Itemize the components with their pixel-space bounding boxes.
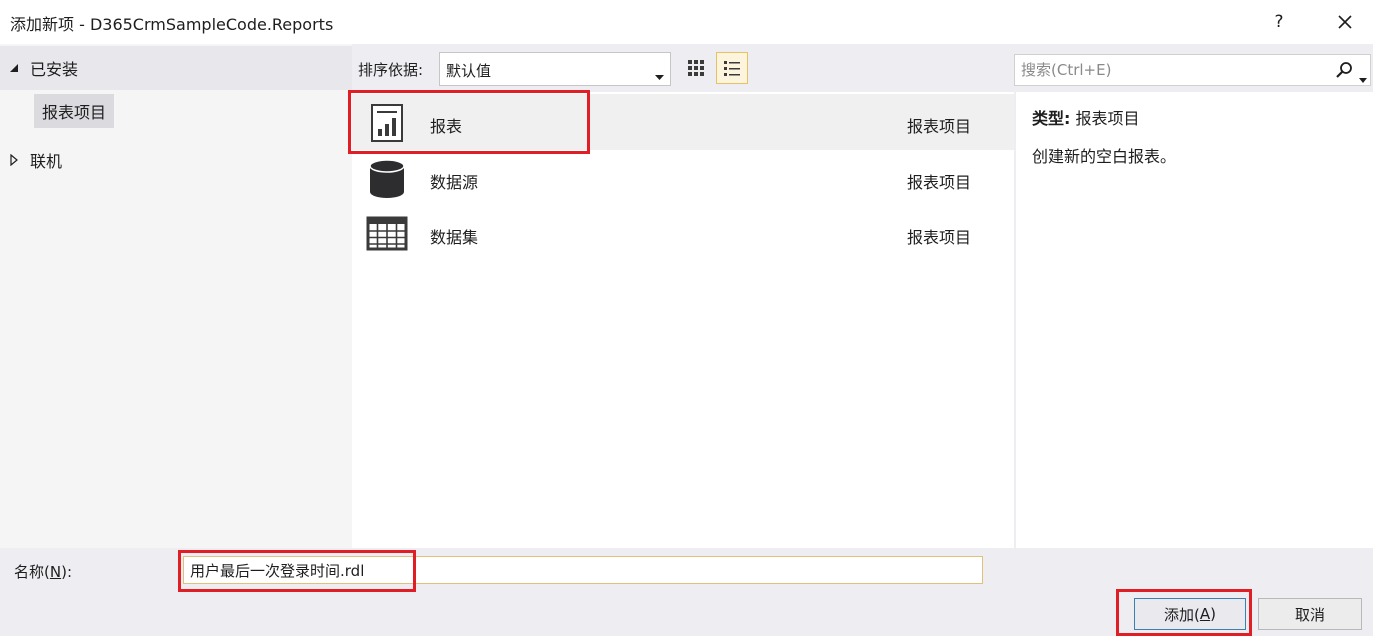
search-icon[interactable] (1335, 61, 1353, 83)
template-name: 报表 (430, 117, 463, 136)
template-name: 数据集 (430, 228, 479, 247)
template-item-report[interactable]: 报表 报表项目 (352, 94, 1014, 150)
grid-view-button[interactable] (680, 52, 712, 84)
category-tree: 已安装 报表项目 联机 (0, 44, 352, 548)
window-title: 添加新项 - D365CrmSampleCode.Reports (10, 15, 334, 34)
sort-label: 排序依据: (358, 61, 424, 79)
title-bar: 添加新项 - D365CrmSampleCode.Reports ? (0, 0, 1373, 44)
template-item-dataset[interactable]: 数据集 报表项目 (352, 205, 1014, 261)
expand-arrow-icon (8, 154, 20, 166)
tree-item-report-project[interactable]: 报表项目 (34, 94, 115, 128)
detail-type-value: 报表项目 (1075, 109, 1140, 128)
detail-type-line: 类型: 报表项目 (1032, 105, 1140, 129)
grid-view-icon (688, 60, 704, 76)
add-button[interactable]: 添加(A) (1134, 598, 1246, 630)
list-view-icon (724, 61, 740, 76)
tree-group-online[interactable]: 联机 (0, 138, 352, 182)
database-icon (369, 159, 405, 198)
template-name: 数据源 (430, 173, 479, 192)
tree-group-installed[interactable]: 已安装 (0, 46, 352, 90)
chevron-down-icon[interactable] (1359, 69, 1367, 87)
detail-description: 创建新的空白报表。 (1032, 147, 1177, 166)
template-item-datasource[interactable]: 数据源 报表项目 (352, 150, 1014, 206)
collapse-arrow-icon (8, 63, 20, 73)
template-type: 报表项目 (907, 228, 972, 247)
close-button[interactable] (1324, 6, 1366, 38)
add-new-item-dialog: 添加新项 - D365CrmSampleCode.Reports ? 已安装 报… (0, 0, 1373, 636)
detail-type-key: 类型: (1032, 109, 1071, 128)
details-pane: 类型: 报表项目 创建新的空白报表。 (1016, 92, 1373, 548)
chevron-down-icon (655, 67, 664, 85)
search-box (1014, 54, 1371, 86)
list-view-button[interactable] (716, 52, 748, 84)
sort-value: 默认值 (446, 62, 492, 80)
search-input[interactable] (1015, 55, 1315, 85)
cancel-button[interactable]: 取消 (1258, 598, 1362, 630)
name-label: 名称(N): (14, 563, 72, 581)
report-icon (371, 104, 403, 142)
close-icon (1338, 15, 1352, 29)
help-button[interactable]: ? (1262, 6, 1296, 38)
tree-group-label: 已安装 (30, 60, 79, 79)
template-list: 报表 报表项目 数据源 报表项目 数据集 报表项目 (352, 92, 1014, 548)
sort-dropdown[interactable]: 默认值 (439, 52, 671, 86)
table-icon (366, 216, 408, 251)
template-type: 报表项目 (907, 173, 972, 192)
template-type: 报表项目 (907, 117, 972, 136)
tree-group-label: 联机 (30, 152, 63, 171)
name-input[interactable] (183, 556, 983, 584)
